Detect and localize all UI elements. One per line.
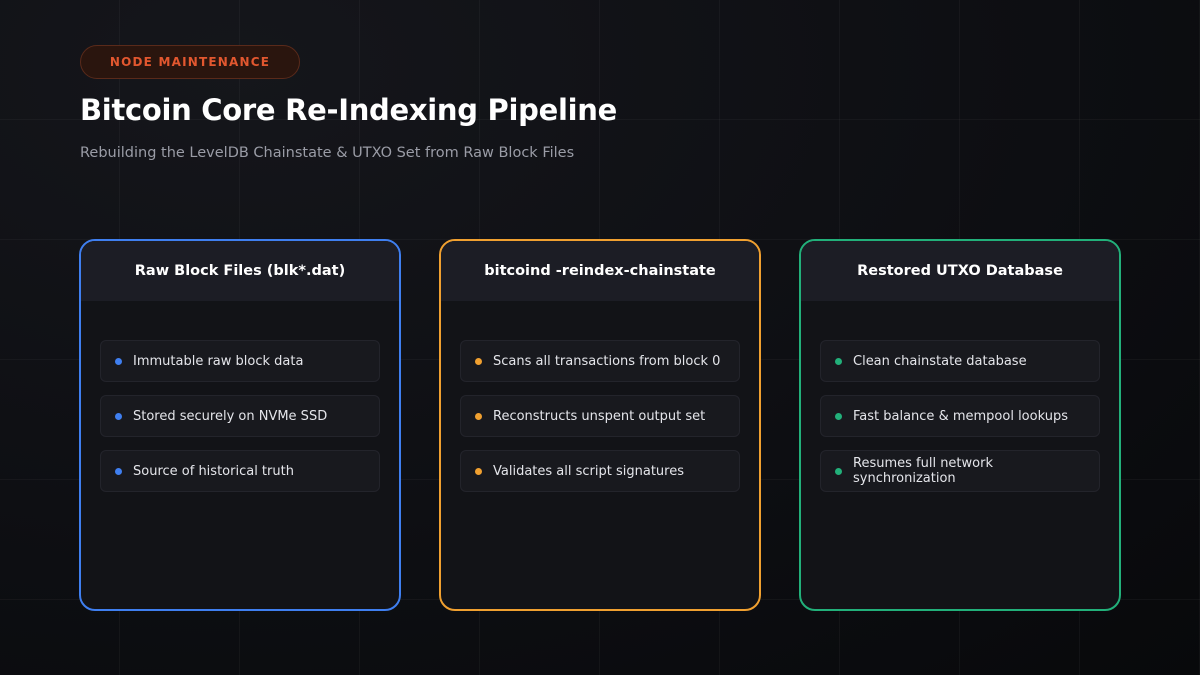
bullet-dot-icon (115, 412, 122, 420)
bullet-dot-icon (115, 357, 122, 365)
list-item-label: Source of historical truth (133, 463, 294, 479)
list-item: Resumes full network synchronization (820, 450, 1100, 492)
list-item-label: Scans all transactions from block 0 (493, 353, 721, 369)
list-item: Fast balance & mempool lookups (820, 395, 1100, 437)
card-item-list: Clean chainstate database Fast balance &… (801, 301, 1119, 492)
list-item: Immutable raw block data (100, 340, 380, 382)
list-item-label: Stored securely on NVMe SSD (133, 408, 328, 424)
bullet-dot-icon (475, 357, 482, 365)
card-restored-utxo-database: Restored UTXO Database Clean chainstate … (799, 239, 1121, 611)
bullet-dot-icon (475, 467, 482, 475)
card-item-list: Immutable raw block data Stored securely… (81, 301, 399, 492)
list-item-label: Validates all script signatures (493, 463, 684, 479)
bullet-dot-icon (115, 467, 122, 475)
list-item: Source of historical truth (100, 450, 380, 492)
list-item: Reconstructs unspent output set (460, 395, 740, 437)
card-reindex-command: bitcoind -reindex-chainstate Scans all t… (439, 239, 761, 611)
bullet-dot-icon (835, 412, 842, 420)
list-item-label: Fast balance & mempool lookups (853, 408, 1068, 424)
category-badge: NODE MAINTENANCE (80, 45, 300, 79)
list-item: Stored securely on NVMe SSD (100, 395, 380, 437)
card-raw-block-files: Raw Block Files (blk*.dat) Immutable raw… (79, 239, 401, 611)
page-subtitle: Rebuilding the LevelDB Chainstate & UTXO… (80, 145, 575, 161)
card-title: Restored UTXO Database (801, 241, 1119, 301)
list-item: Clean chainstate database (820, 340, 1100, 382)
card-title: bitcoind -reindex-chainstate (441, 241, 759, 301)
card-item-list: Scans all transactions from block 0 Reco… (441, 301, 759, 492)
page-title: Bitcoin Core Re-Indexing Pipeline (80, 93, 617, 127)
bullet-dot-icon (475, 412, 482, 420)
list-item: Scans all transactions from block 0 (460, 340, 740, 382)
list-item-label: Clean chainstate database (853, 353, 1027, 369)
card-title: Raw Block Files (blk*.dat) (81, 241, 399, 301)
list-item-label: Reconstructs unspent output set (493, 408, 706, 424)
bullet-dot-icon (835, 357, 842, 365)
bullet-dot-icon (835, 467, 842, 475)
list-item-label: Immutable raw block data (133, 353, 304, 369)
list-item: Validates all script signatures (460, 450, 740, 492)
list-item-label: Resumes full network synchronization (853, 456, 993, 486)
